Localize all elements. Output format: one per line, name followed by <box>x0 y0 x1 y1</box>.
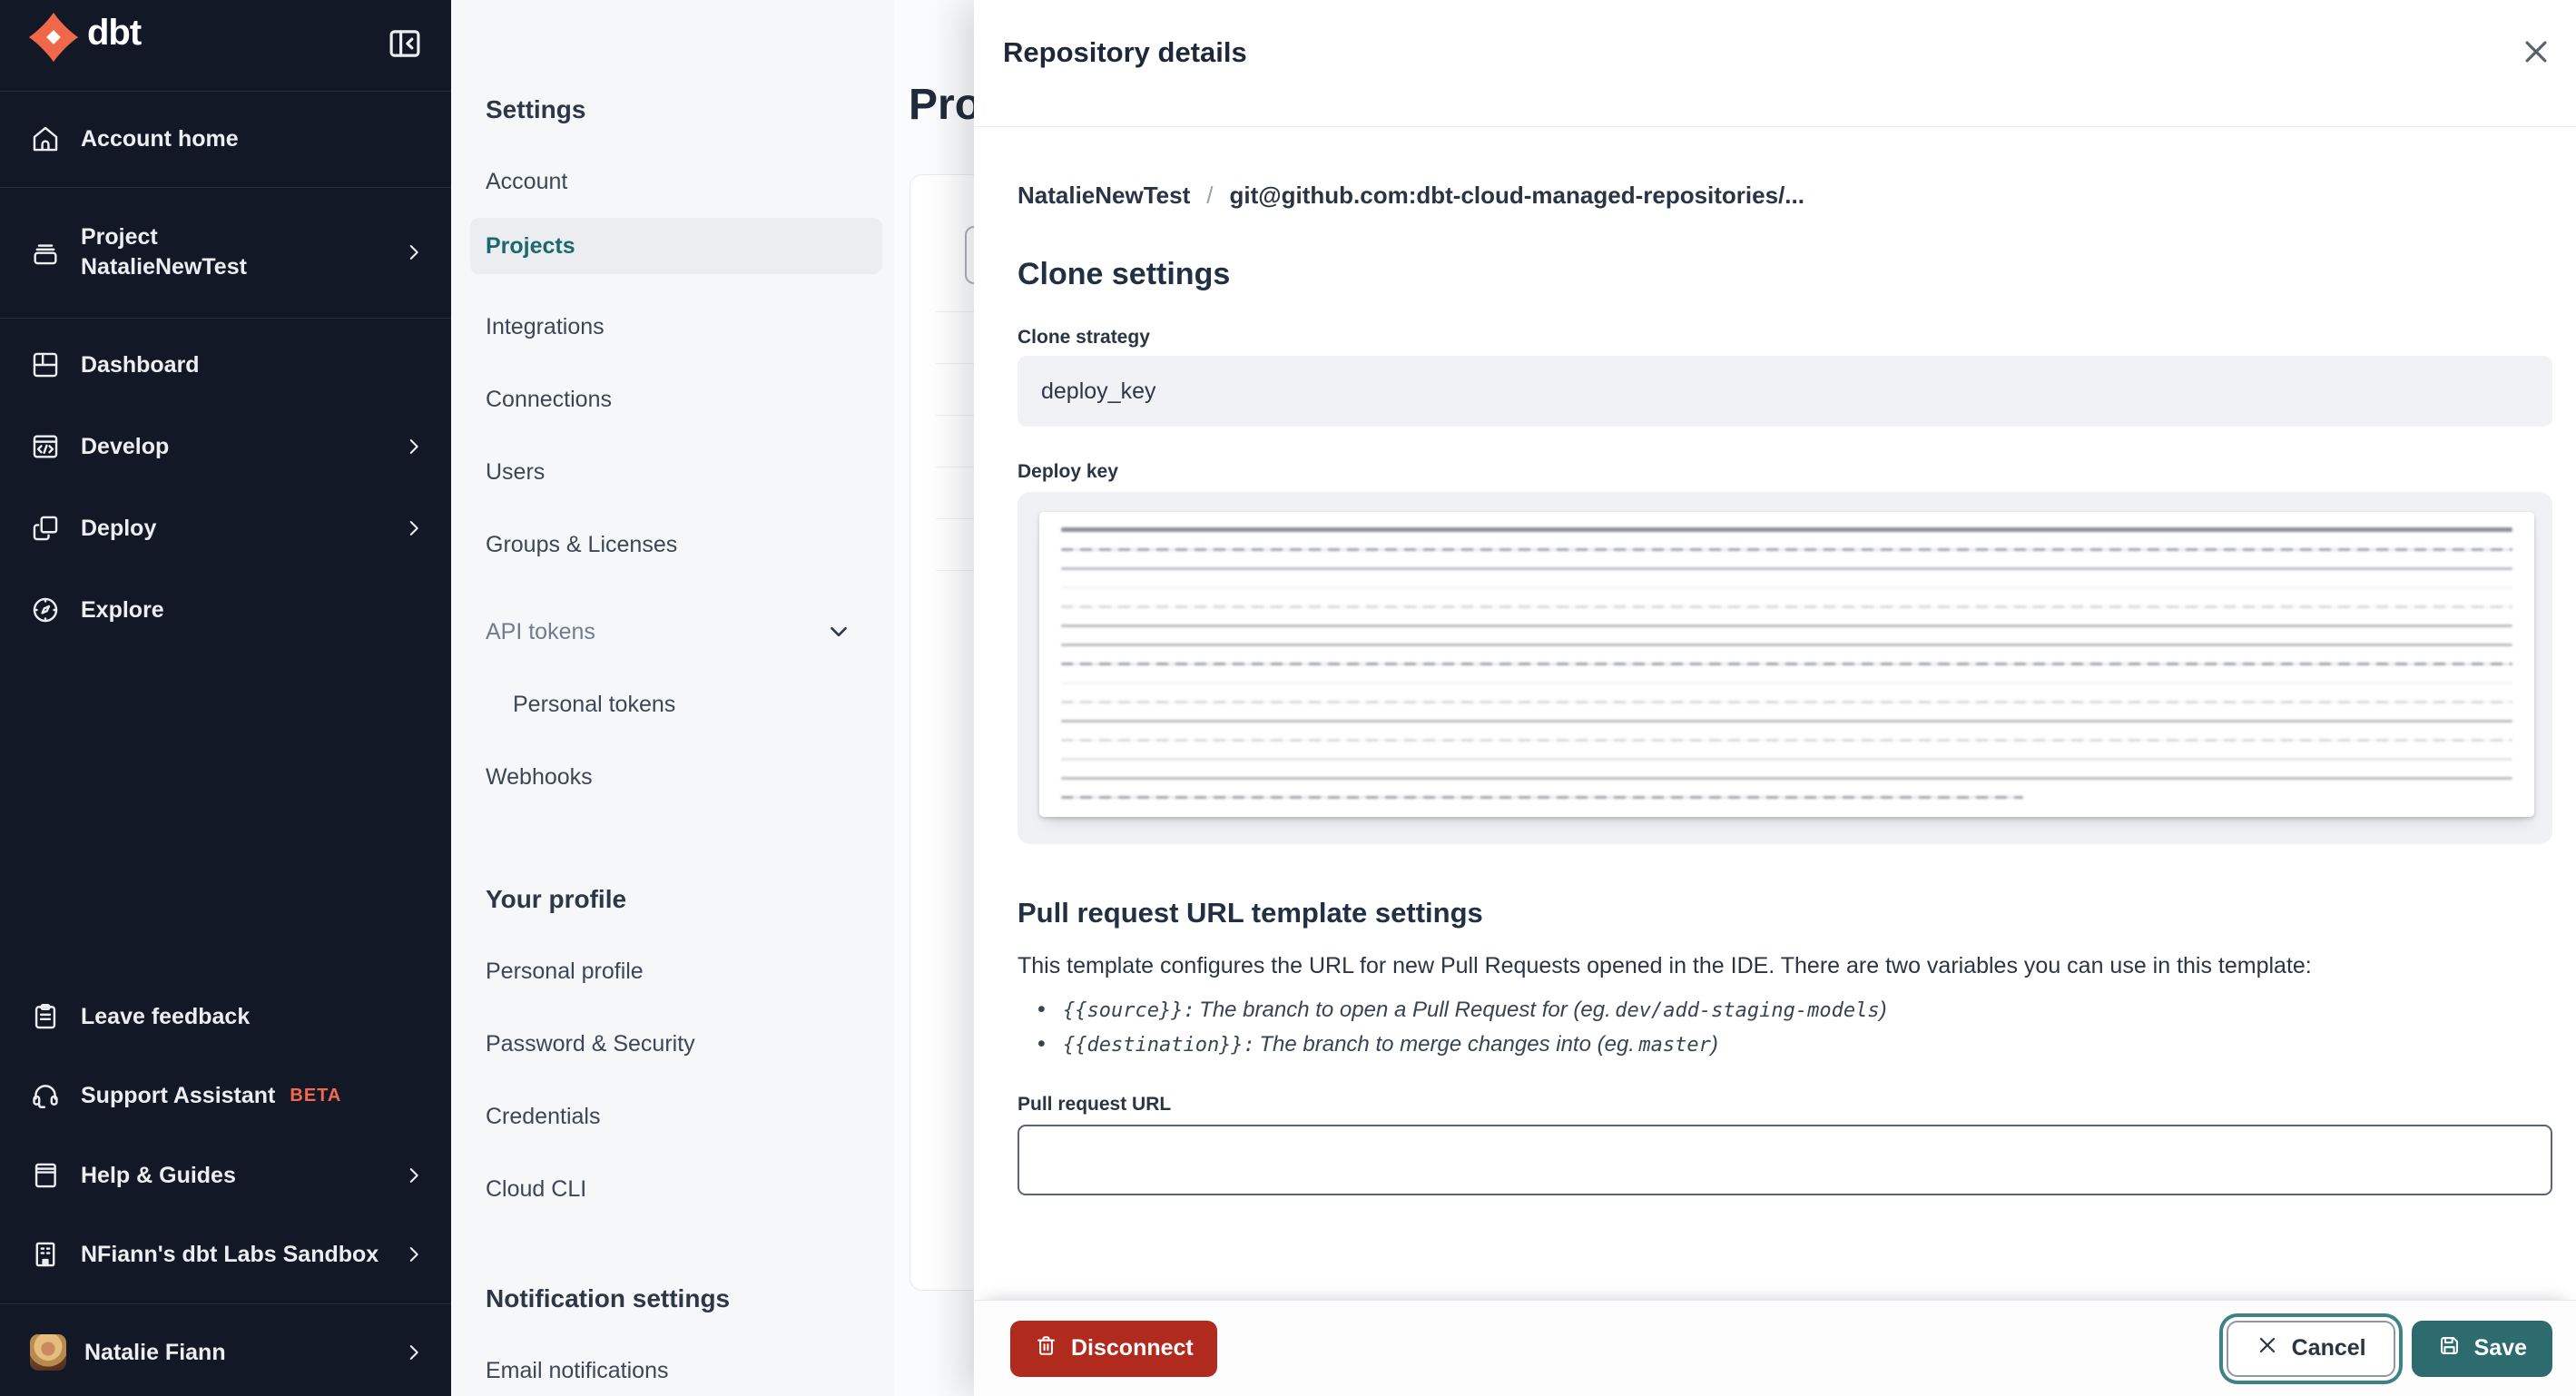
home-icon <box>30 123 61 154</box>
sidebar-item-label: Explore <box>81 596 164 623</box>
settings-nav-item-connections[interactable]: Connections <box>486 374 612 425</box>
sidebar-collapse-button[interactable] <box>386 25 424 63</box>
left-sidebar: dbt Account home Project NatalieNewTest … <box>0 0 451 1396</box>
close-icon[interactable] <box>2516 33 2556 73</box>
disconnect-button[interactable]: Disconnect <box>1010 1320 1217 1377</box>
settings-nav-item-cloud-cli[interactable]: Cloud CLI <box>486 1164 586 1214</box>
divider <box>0 91 451 92</box>
sidebar-user-menu[interactable]: Natalie Fiann <box>0 1314 451 1391</box>
sidebar-item-leave-feedback[interactable]: Leave feedback <box>0 978 451 1055</box>
sidebar-item-explore[interactable]: Explore <box>0 572 451 648</box>
beta-badge: BETA <box>290 1085 342 1106</box>
sidebar-header: dbt <box>0 0 451 91</box>
pr-template-description: This template configures the URL for new… <box>1018 953 2312 978</box>
pr-url-label: Pull request URL <box>1018 1094 1172 1115</box>
breadcrumb: NatalieNewTest / git@github.com:dbt-clou… <box>1018 182 2552 210</box>
breadcrumb-separator: / <box>1206 182 1214 209</box>
pr-url-input[interactable] <box>1018 1125 2552 1195</box>
variable-destination: • {{destination}}: The branch to merge c… <box>1037 1031 1718 1057</box>
settings-nav-item-webhooks[interactable]: Webhooks <box>486 752 593 802</box>
settings-nav-item-email-notifications[interactable]: Email notifications <box>486 1345 668 1396</box>
settings-nav-item-integrations[interactable]: Integrations <box>486 301 605 352</box>
settings-nav-item-account[interactable]: Account <box>486 156 567 207</box>
chevron-right-icon <box>404 1244 424 1264</box>
pr-template-variables: • {{source}}: The branch to open a Pull … <box>1018 994 2552 1063</box>
user-avatar <box>30 1334 66 1371</box>
chevron-down-icon[interactable] <box>827 620 850 644</box>
brand-name: dbt <box>87 13 142 53</box>
develop-icon <box>30 431 61 462</box>
settings-nav-item-credentials[interactable]: Credentials <box>486 1091 600 1142</box>
repository-details-drawer: Repository details NatalieNewTest / git@… <box>974 0 2576 1396</box>
settings-nav-item-projects[interactable]: Projects <box>486 221 575 271</box>
divider <box>0 318 451 319</box>
settings-nav-item-personal-profile[interactable]: Personal profile <box>486 946 644 997</box>
chevron-right-icon <box>404 518 424 538</box>
sidebar-item-dashboard[interactable]: Dashboard <box>0 327 451 403</box>
drawer-header: Repository details <box>974 0 2576 127</box>
footer-actions: Cancel Save <box>2226 1320 2552 1377</box>
sidebar-item-help-guides[interactable]: Help & Guides <box>0 1137 451 1214</box>
dbt-logo-icon <box>27 11 80 64</box>
x-icon <box>2256 1333 2279 1363</box>
clone-strategy-label: Clone strategy <box>1018 327 1150 348</box>
sidebar-item-support-assistant[interactable]: Support Assistant BETA <box>0 1057 451 1134</box>
deploy-key-redacted-content <box>1039 512 2534 817</box>
settings-nav-item-password-security[interactable]: Password & Security <box>486 1018 695 1069</box>
chevron-right-icon <box>404 437 424 457</box>
sidebar-item-label: Help & Guides <box>81 1162 236 1188</box>
explore-icon <box>30 595 61 625</box>
sidebar-item-account-home[interactable]: Account home <box>0 106 451 172</box>
sidebar-item-label: Develop <box>81 433 170 459</box>
deploy-key-field[interactable] <box>1018 492 2552 844</box>
breadcrumb-project[interactable]: NatalieNewTest <box>1018 182 1190 210</box>
settings-header: Settings <box>486 95 586 123</box>
your-profile-header: Your profile <box>486 885 627 913</box>
chevron-right-icon <box>404 242 424 262</box>
clone-strategy-field[interactable]: deploy_key <box>1018 356 2552 427</box>
divider <box>0 187 451 188</box>
user-name: Natalie Fiann <box>84 1339 226 1365</box>
settings-nav: Settings Account Projects Integrations C… <box>451 0 894 1396</box>
save-floppy-icon <box>2437 1333 2462 1364</box>
sidebar-item-develop[interactable]: Develop <box>0 408 451 485</box>
sidebar-item-sandbox-account[interactable]: NFiann's dbt Labs Sandbox <box>0 1216 451 1293</box>
sidebar-item-label: NFiann's dbt Labs Sandbox <box>81 1241 379 1267</box>
settings-nav-item-personal-tokens[interactable]: Personal tokens <box>513 679 675 730</box>
settings-nav-item-users[interactable]: Users <box>486 447 545 497</box>
divider <box>0 1303 451 1304</box>
book-icon <box>30 1160 61 1191</box>
settings-nav-item-api-tokens[interactable]: API tokens <box>486 606 595 657</box>
cancel-button[interactable]: Cancel <box>2226 1320 2395 1377</box>
save-button[interactable]: Save <box>2411 1320 2552 1377</box>
sidebar-item-label: Account home <box>81 125 239 152</box>
variable-source: • {{source}}: The branch to open a Pull … <box>1037 997 1887 1022</box>
feedback-clipboard-icon <box>30 1001 61 1032</box>
pr-template-heading: Pull request URL template settings <box>1018 897 1483 929</box>
sidebar-item-label: Leave feedback <box>81 1003 251 1029</box>
building-icon <box>30 1239 61 1270</box>
drawer-footer: Disconnect Cancel Save <box>974 1300 2576 1396</box>
project-icon <box>30 237 61 268</box>
trash-icon <box>1034 1333 1058 1364</box>
clone-settings-heading: Clone settings <box>1018 257 1231 291</box>
deploy-key-label: Deploy key <box>1018 461 1118 482</box>
sidebar-item-label: Dashboard <box>81 351 200 378</box>
sidebar-item-project[interactable]: Project NatalieNewTest <box>0 198 451 307</box>
settings-nav-item-groups-licenses[interactable]: Groups & Licenses <box>486 519 677 570</box>
sidebar-item-deploy[interactable]: Deploy <box>0 490 451 566</box>
sidebar-item-label: Project NatalieNewTest <box>81 224 247 280</box>
dashboard-icon <box>30 349 61 380</box>
drawer-body: NatalieNewTest / git@github.com:dbt-clou… <box>974 127 2576 1300</box>
chevron-right-icon <box>404 1165 424 1185</box>
sidebar-item-label: Support Assistant <box>81 1082 276 1108</box>
chevron-right-icon <box>404 1342 424 1362</box>
drawer-title: Repository details <box>1003 36 1247 68</box>
app-root: dbt Account home Project NatalieNewTest … <box>0 0 2576 1396</box>
notification-settings-header: Notification settings <box>486 1284 731 1312</box>
headset-icon <box>30 1080 61 1111</box>
breadcrumb-repo-url: git@github.com:dbt-cloud-managed-reposit… <box>1229 182 1804 209</box>
deploy-icon <box>30 513 61 544</box>
sidebar-item-label: Deploy <box>81 515 157 541</box>
